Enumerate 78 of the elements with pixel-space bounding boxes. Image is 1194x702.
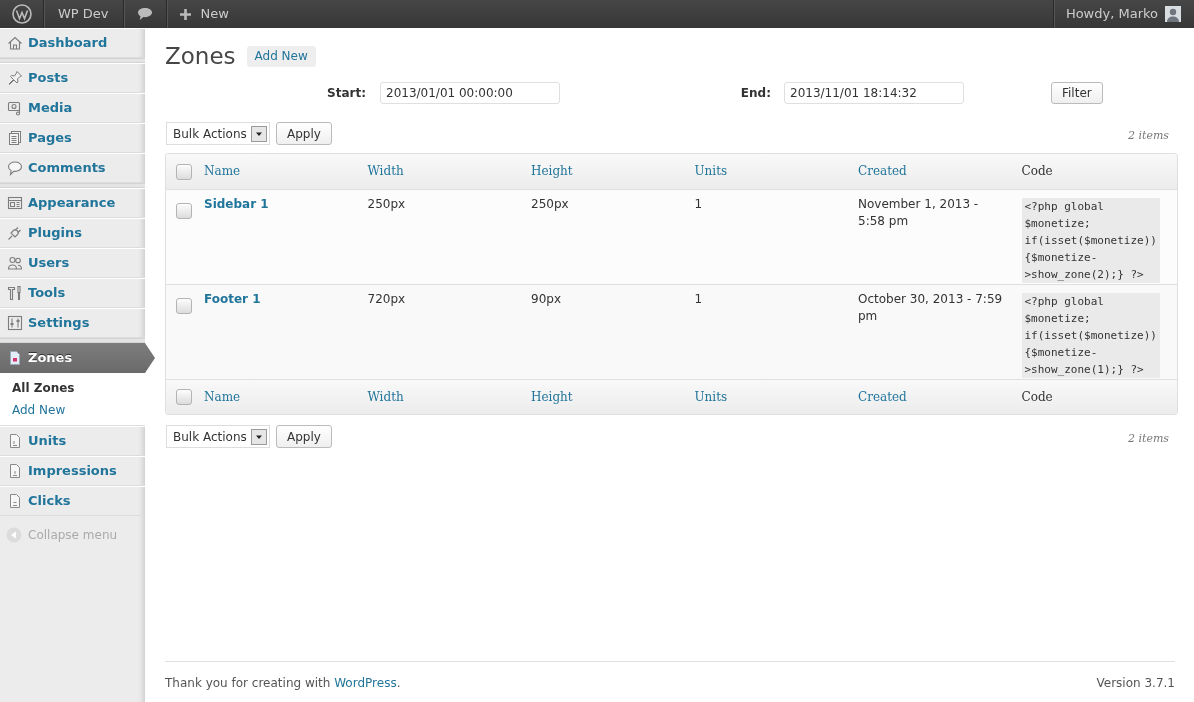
camera-icon: [7, 100, 23, 116]
column-header-link[interactable]: Width: [367, 388, 404, 406]
item-count: 2 items: [1127, 128, 1169, 142]
end-date-field[interactable]: 2013/11/01 18:14:32: [784, 82, 964, 104]
column-header-link[interactable]: Name: [204, 163, 241, 180]
created-date: November 1, 2013 - 5:58 pm: [858, 196, 980, 230]
version-text: Version 3.7.1: [1096, 675, 1175, 692]
document-icon: [7, 493, 23, 509]
tools-icon: [7, 285, 23, 301]
menu-item[interactable]: Pages: [0, 123, 145, 153]
column-header: Code: [1021, 163, 1053, 180]
menu-item[interactable]: Users: [0, 248, 145, 278]
checkbox[interactable]: [176, 298, 192, 314]
apply-button[interactable]: Apply: [276, 425, 332, 448]
new-button[interactable]: New: [166, 0, 243, 28]
start-label: Start:: [327, 85, 366, 102]
units-value: 1: [694, 196, 703, 213]
submenu-item[interactable]: Add New: [0, 399, 145, 421]
speech-bubble-icon: [136, 7, 153, 21]
column-header: Code: [1021, 388, 1053, 406]
logo-icon: [11, 4, 32, 24]
avatar-icon: [1165, 6, 1181, 22]
column-header-link[interactable]: Height: [531, 163, 573, 180]
column-header-link[interactable]: Units: [694, 163, 728, 180]
created-date: October 30, 2013 - 7:59 pm: [858, 291, 1004, 325]
plus-icon: [179, 8, 191, 20]
menu-item[interactable]: Posts: [0, 63, 145, 93]
column-header-link[interactable]: Width: [367, 163, 404, 180]
site-name-link[interactable]: WP Dev: [44, 0, 124, 28]
height-value: 250px: [531, 196, 569, 213]
column-header-link[interactable]: Units: [694, 388, 728, 406]
menu-item[interactable]: Units: [0, 426, 145, 456]
zone-name-link[interactable]: Footer 1: [204, 291, 261, 308]
checkbox[interactable]: [176, 163, 192, 180]
apply-button[interactable]: Apply: [276, 122, 332, 145]
column-header-link[interactable]: Height: [531, 388, 573, 406]
menu-item[interactable]: Tools: [0, 278, 145, 308]
checkbox[interactable]: [176, 389, 192, 405]
units-value: 1: [694, 291, 703, 308]
users-icon: [7, 255, 23, 271]
document-icon: [7, 433, 23, 449]
column-header-link[interactable]: Name: [204, 388, 241, 406]
house-icon: [7, 35, 23, 51]
menu-item[interactable]: Clicks: [0, 486, 145, 516]
menu-item[interactable]: Plugins: [0, 218, 145, 248]
pushpin-icon: [7, 70, 23, 86]
bulk-actions-select[interactable]: Bulk Actions: [166, 425, 270, 448]
submenu-item[interactable]: All Zones: [0, 377, 145, 399]
pages-icon: [7, 130, 23, 146]
wordpress-link[interactable]: WordPress: [334, 676, 397, 690]
speech-bubble-icon: [7, 160, 23, 176]
document-icon: [7, 463, 23, 479]
column-header-link[interactable]: Created: [858, 163, 907, 180]
footer-credit: Thank you for creating with WordPress.: [165, 675, 401, 692]
layout-icon: [7, 195, 23, 211]
document-icon: [7, 350, 23, 366]
plug-icon: [7, 225, 23, 241]
menu-item[interactable]: Impressions: [0, 456, 145, 486]
filter-button[interactable]: Filter: [1051, 82, 1103, 104]
width-value: 250px: [367, 196, 406, 213]
menu-item[interactable]: Media: [0, 93, 145, 123]
checkbox[interactable]: [176, 203, 192, 219]
height-value: 90px: [531, 291, 561, 308]
add-new-button[interactable]: Add New: [246, 45, 316, 67]
end-label: End:: [740, 85, 771, 102]
item-count: 2 items: [1127, 431, 1169, 445]
width-value: 720px: [367, 291, 406, 308]
zone-name-link[interactable]: Sidebar 1: [204, 196, 269, 213]
code-snippet: <?php global $monetize; if(isset($monetize)){$monetize->show_zone(2);} ?>: [1021, 198, 1160, 283]
menu-item[interactable]: Zones: [0, 343, 155, 373]
sliders-icon: [7, 315, 23, 331]
account-menu[interactable]: Howdy, Marko: [1052, 0, 1194, 28]
page-title: Zones: [165, 42, 236, 71]
bulk-actions-select[interactable]: Bulk Actions: [166, 122, 270, 145]
column-header-link[interactable]: Created: [858, 388, 907, 406]
start-date-field[interactable]: 2013/01/01 00:00:00: [380, 82, 560, 104]
menu-item[interactable]: Appearance: [0, 188, 145, 218]
code-snippet: <?php global $monetize; if(isset($monetize)){$monetize->show_zone(1);} ?>: [1021, 293, 1160, 378]
